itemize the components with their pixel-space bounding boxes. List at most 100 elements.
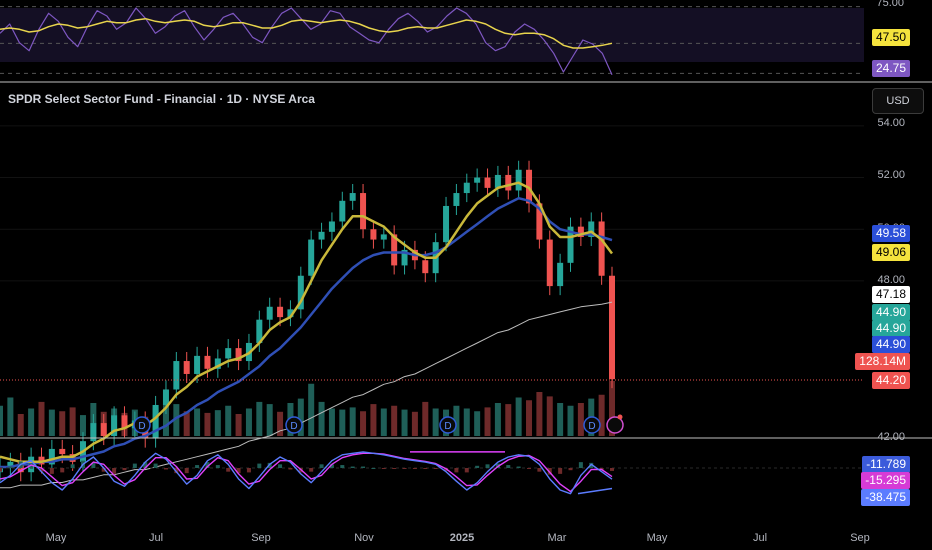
volume-bar [474,411,481,436]
volume-bar [256,401,263,436]
macd-histogram-bar [371,468,376,469]
price-badge: 49.06 [871,244,910,261]
candle-body [173,361,180,390]
x-tick-label: 2025 [450,532,474,544]
volume-bar [567,405,574,436]
candle-body [59,448,66,455]
x-tick-label: Sep [850,532,870,544]
x-tick-label: Jul [149,532,163,544]
macd-histogram-bar [558,468,563,474]
macd-histogram-bar [402,468,407,469]
candle-body [380,234,387,240]
candle-body [494,174,501,188]
volume-bar [526,400,533,436]
volume-bar [28,408,35,436]
macd-histogram-bar [195,465,200,468]
volume-bar [235,414,242,436]
candle-body [100,423,107,436]
volume-bar [194,408,201,436]
price-badge: 44.20 [871,372,910,389]
macd-histogram-bar [340,465,345,468]
macd-histogram-bar [516,466,521,468]
rsi-value-badge: 24.75 [871,60,910,77]
macd-histogram-bar [464,468,469,473]
macd-histogram-bar [485,464,490,468]
candle-body [225,348,232,359]
candle-body [194,355,201,374]
volume-bar [339,409,346,436]
volume-bar [598,394,605,436]
macd-histogram-bar [506,465,511,468]
volume-bar [0,405,3,436]
rsi-ma-badge: 47.50 [871,29,910,46]
volume-bar [349,407,356,436]
candle-body [422,260,429,274]
candle-body [557,262,564,287]
x-tick-label: Jul [753,532,767,544]
volume-bar [505,404,512,436]
macd-badge: -15.295 [861,472,910,489]
candle-body [308,239,315,276]
volume-bar [370,404,377,436]
macd-histogram-bar [184,468,189,474]
volume-bar [401,409,408,436]
candle-body [546,239,553,287]
macd-histogram-bar [153,463,158,468]
candle-body [453,193,460,206]
candle-body [152,404,159,439]
volume-bar [380,408,387,436]
price-tick-label: 42.00 [877,431,905,443]
macd-histogram-bar [163,468,168,470]
macd-histogram-bar [226,468,231,472]
macd-histogram-bar [423,468,428,469]
macd-histogram-bar [568,468,573,471]
candle-body [443,205,450,243]
macd-histogram-bar [0,468,2,472]
macd-histogram-bar [246,468,251,473]
macd-histogram-bar [257,463,262,468]
volume-bar [360,411,367,436]
candle-body [204,355,211,369]
volume-bar [515,397,522,436]
volume-bar [48,409,55,436]
earnings-marker-dot [617,414,623,420]
macd-histogram-bar [132,463,137,468]
symbol-title[interactable]: SPDR Select Sector Fund - Financial · 1D… [8,92,315,106]
macd-histogram-bar [381,468,386,469]
candle-body [505,174,512,191]
price-badge: 49.58 [871,225,910,242]
volume-bar [546,396,553,436]
candle-body [474,177,481,183]
candle-body [598,221,605,276]
macd-histogram-bar [309,468,314,472]
dividend-marker-label: D [138,421,145,432]
candle-body [609,275,615,380]
price-badge: 44.90 [871,336,910,353]
candle-body [360,193,367,230]
volume-bar [484,407,491,436]
volume-bar [411,411,418,436]
macd-histogram-bar [278,464,283,468]
candle-body [328,221,335,232]
candle-body [370,229,377,240]
macd-histogram-bar [288,468,293,470]
macd-histogram-bar [578,462,583,468]
macd-histogram-bar [70,464,75,468]
currency-button[interactable]: USD [872,88,924,114]
volume-bar [69,407,76,436]
price-badge: 128.14M [855,353,910,370]
dividend-marker-label: D [588,421,595,432]
volume-bar [391,405,398,436]
candle-body [463,182,470,194]
volume-bar [17,414,24,436]
macd-badge: -38.475 [861,489,910,506]
macd-histogram-bar [350,466,355,468]
macd-histogram-bar [527,468,532,469]
price-tick-label: 54.00 [877,117,905,129]
chart-canvas: 75.00 DDDD54.0052.0050.0048.0042.00 MayJ… [0,0,932,550]
volume-bar [204,412,211,436]
macd-histogram-bar [361,466,366,468]
macd-histogram-bar [8,466,13,468]
volume-bar [494,403,501,436]
volume-bar [245,408,252,436]
